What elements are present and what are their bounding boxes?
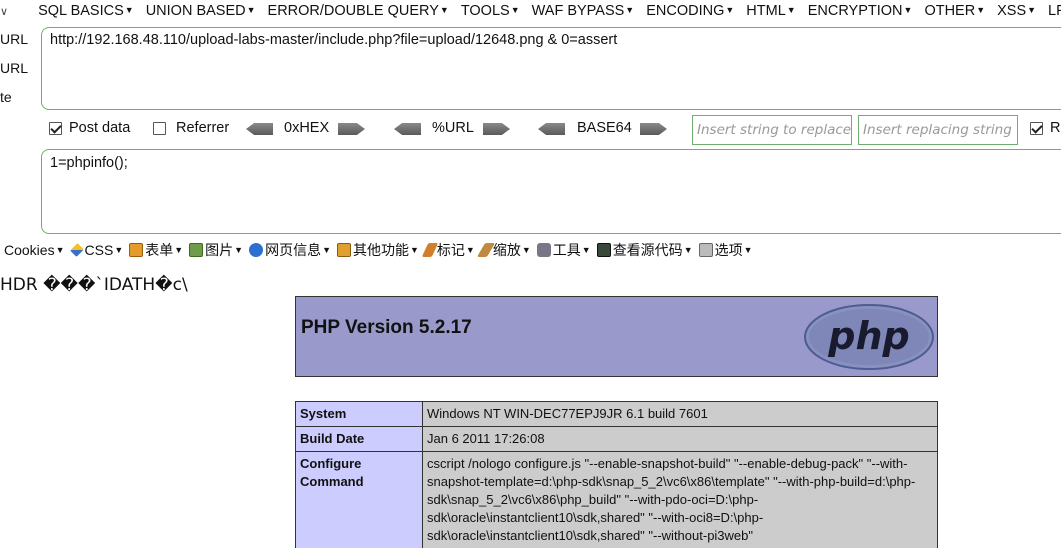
toolbar-label: Cookies — [4, 242, 55, 258]
menu-union-based[interactable]: UNION BASED▼ — [146, 3, 256, 19]
menu-encoding[interactable]: ENCODING▼ — [646, 3, 734, 19]
menu-tools[interactable]: TOOLS▼ — [461, 3, 520, 19]
menu-label: UNION BASED — [145, 3, 246, 19]
hex-label: 0xHEX — [284, 120, 330, 136]
toolbar-tools[interactable]: 工具 ▼ — [536, 240, 591, 260]
menu-encryption[interactable]: ENCRYPTION▼ — [808, 3, 913, 19]
menu-label: ERROR/DOUBLE QUERY — [267, 3, 439, 19]
replace-all-label: R — [1050, 120, 1061, 136]
toolbar-label: 工具 — [552, 242, 581, 258]
hex-encode-arrow-icon[interactable] — [338, 123, 365, 135]
mark-icon — [421, 243, 439, 257]
table-value: Jan 6 2011 17:26:08 — [422, 426, 938, 452]
menu-label: WAF BYPASS — [531, 3, 625, 19]
base64-decode-arrow-icon[interactable] — [538, 123, 565, 135]
php-logo-text: php — [827, 314, 909, 358]
table-row: System Windows NT WIN-DEC77EPJ9JR 6.1 bu… — [295, 401, 938, 427]
table-key: Build Date — [295, 426, 423, 452]
menu-error-double-query[interactable]: ERROR/DOUBLE QUERY▼ — [268, 3, 449, 19]
toolbar-cookies[interactable]: Cookies ▼ — [4, 242, 65, 258]
phpinfo-header: PHP Version 5.2.17 php — [295, 296, 938, 377]
referrer-checkbox[interactable] — [153, 122, 166, 135]
menu-sql-basics[interactable]: SQL BASICS▼ — [38, 3, 134, 19]
css-icon — [69, 243, 84, 257]
toolbar-label: CSS — [84, 242, 114, 258]
toolbar-resize[interactable]: 缩放 ▼ — [476, 240, 531, 260]
referrer-label: Referrer — [176, 120, 230, 136]
table-key: Configure Command — [295, 451, 423, 548]
toolbar-label: 选项 — [714, 242, 743, 258]
options-row: Post data Referrer 0xHEX %URL BASE64 Ins… — [0, 115, 1061, 145]
menu-waf-bypass[interactable]: WAF BYPASS▼ — [532, 3, 635, 19]
form-icon — [129, 243, 144, 257]
menu-label: TOOLS — [460, 3, 510, 19]
chevron-down-icon[interactable]: ∨ — [0, 5, 8, 18]
toolbar-forms[interactable]: 表单 ▼ — [129, 240, 183, 260]
tools-icon — [536, 243, 551, 257]
menu-html[interactable]: HTML▼ — [746, 3, 795, 19]
split-url-action[interactable]: URL — [0, 60, 28, 76]
table-key: System — [295, 401, 423, 427]
binary-output-text: HDR ���`IDATH�c\ — [0, 275, 188, 295]
table-value: Windows NT WIN-DEC77EPJ9JR 6.1 build 760… — [422, 401, 938, 427]
execute-action[interactable]: te — [0, 89, 12, 105]
toolbar-label: 标记 — [436, 242, 465, 258]
misc-icon — [337, 243, 351, 257]
toolbar-label: 查看源代码 — [612, 242, 683, 258]
menu-label: ENCODING — [646, 3, 725, 19]
url-encode-label: %URL — [432, 120, 474, 136]
menu-label: HTML — [746, 3, 786, 19]
table-value: cscript /nologo configure.js "--enable-s… — [422, 451, 938, 548]
php-logo-icon: php — [804, 304, 934, 370]
table-row: Build Date Jan 6 2011 17:26:08 — [295, 426, 938, 452]
menu-label: SQL BASICS — [38, 3, 124, 19]
table-row: Configure Command cscript /nologo config… — [295, 451, 938, 548]
toolbar-misc[interactable]: 其他功能 ▼ — [337, 240, 419, 260]
load-url-action[interactable]: URL — [0, 31, 28, 47]
replacing-string-input[interactable]: Insert replacing string — [858, 115, 1018, 145]
replace-all-checkbox[interactable] — [1030, 122, 1043, 135]
post-data-label: Post data — [69, 120, 131, 136]
url-textarea[interactable]: http://192.168.48.110/upload-labs-master… — [41, 27, 1061, 110]
toolbar-images[interactable]: 图片 ▼ — [189, 240, 243, 260]
image-icon — [189, 243, 204, 257]
php-version-title: PHP Version 5.2.17 — [301, 317, 472, 338]
web-developer-toolbar: Cookies ▼ CSS ▼ 表单 ▼ 图片 ▼ 网页信息 ▼ 其他功能 ▼ 标记 ▼ 缩放… — [0, 239, 1061, 261]
source-icon — [596, 243, 611, 257]
phpinfo-table: System Windows NT WIN-DEC77EPJ9JR 6.1 bu… — [295, 401, 938, 548]
menu-label: ENCRYPTION — [807, 3, 903, 19]
post-data-textarea[interactable]: 1=phpinfo(); — [41, 149, 1061, 234]
toolbar-view-source[interactable]: 查看源代码 ▼ — [596, 240, 693, 260]
menu-other[interactable]: OTHER▼ — [924, 3, 985, 19]
menu-label: XSS — [997, 3, 1027, 19]
base64-label: BASE64 — [577, 120, 632, 136]
url-decode-arrow-icon[interactable] — [394, 123, 421, 135]
toolbar-css[interactable]: CSS ▼ — [69, 242, 123, 258]
toolbar-page-info[interactable]: 网页信息 ▼ — [249, 240, 331, 260]
menu-label: LFI — [1048, 3, 1061, 19]
replace-string-input[interactable]: Insert string to replace — [692, 115, 852, 145]
hackbar-menu: ∨ SQL BASICS▼ UNION BASED▼ ERROR/DOUBLE … — [0, 0, 1061, 22]
toolbar-options[interactable]: 选项 ▼ — [698, 240, 753, 260]
toolbar-label: 其他功能 — [353, 242, 409, 258]
toolbar-label: 缩放 — [492, 242, 521, 258]
options-icon — [698, 243, 713, 257]
toolbar-label: 图片 — [205, 242, 234, 258]
toolbar-label: 网页信息 — [265, 242, 322, 258]
url-encode-arrow-icon[interactable] — [483, 123, 510, 135]
menu-xss[interactable]: XSS▼ — [997, 3, 1036, 19]
post-data-checkbox[interactable] — [49, 122, 62, 135]
menu-lfi[interactable]: LFI▼ — [1048, 3, 1061, 19]
menu-label: OTHER — [924, 3, 976, 19]
info-icon — [249, 243, 264, 257]
toolbar-outline[interactable]: 标记 ▼ — [421, 240, 475, 260]
hex-decode-arrow-icon[interactable] — [246, 123, 273, 135]
toolbar-label: 表单 — [145, 242, 174, 258]
base64-encode-arrow-icon[interactable] — [640, 123, 667, 135]
